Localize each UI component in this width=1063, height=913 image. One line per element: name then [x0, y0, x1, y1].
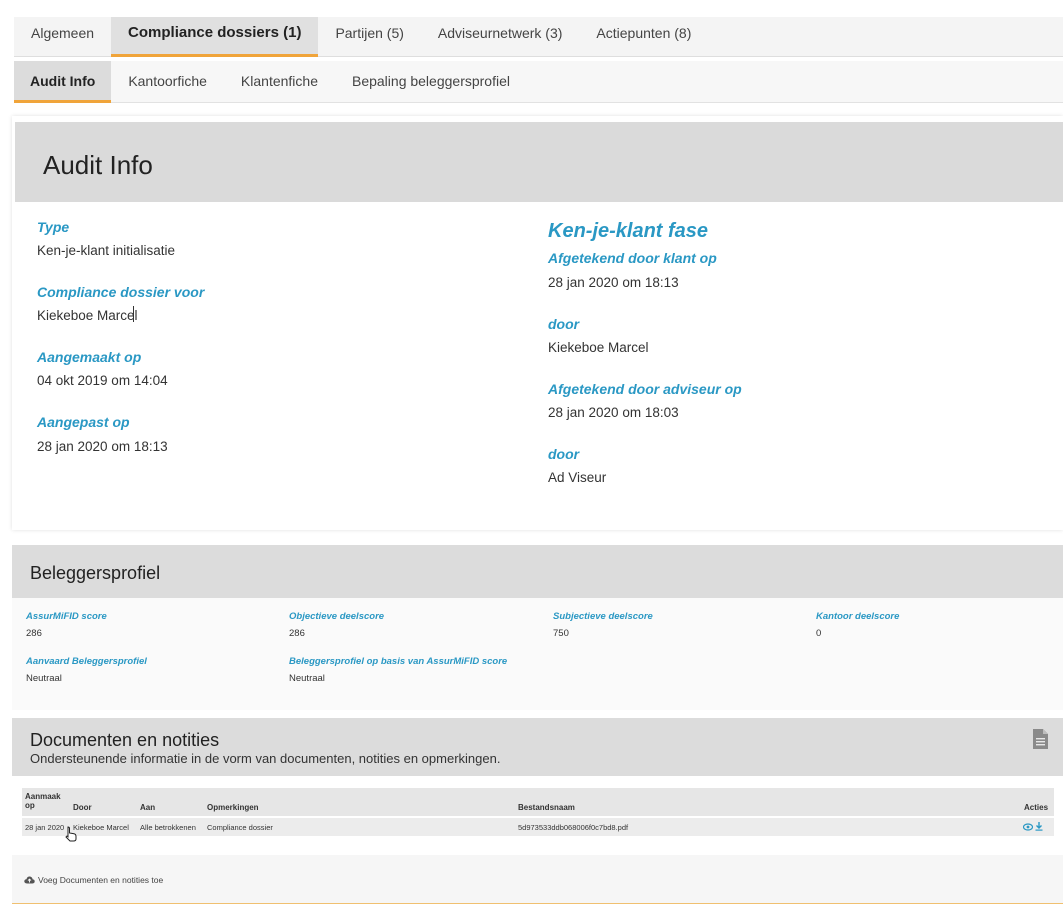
tab-klantenfiche[interactable]: Klantenfiche: [224, 61, 335, 103]
hand-pointer-icon: [65, 826, 77, 842]
based-profile-value: Neutraal: [289, 673, 325, 684]
tab-compliance-dossiers[interactable]: Compliance dossiers (1): [111, 17, 319, 57]
audit-info-title: Audit Info: [43, 150, 153, 180]
subjective-score-label: Subjectieve deelscore: [553, 611, 653, 622]
objective-score-value: 286: [289, 628, 305, 639]
row-remarks: Compliance dossier: [207, 823, 273, 832]
tab-partijen[interactable]: Partijen (5): [318, 17, 420, 57]
documents-title: Documenten en notities: [30, 730, 220, 750]
audit-info-card: Audit Info Type Ken-je-klant initialisat…: [12, 116, 1063, 530]
documents-table-header: Aanmaak op Door Aan Opmerkingen Bestands…: [22, 788, 1054, 816]
main-tabs: Algemeen Compliance dossiers (1) Partije…: [14, 17, 1063, 57]
table-row[interactable]: 28 jan 2020 Kiekeboe Marcel Alle betrokk…: [22, 818, 1054, 836]
col-filename: Bestandsnaam: [518, 803, 575, 812]
signed-client-value: 28 jan 2020 om 18:13: [548, 275, 679, 290]
download-icon[interactable]: [1035, 822, 1043, 831]
documents-header: Documenten en notities Ondersteunende in…: [12, 718, 1063, 776]
type-label: Type: [37, 219, 70, 235]
beleggersprofiel-header: Beleggersprofiel: [12, 545, 1063, 598]
office-score-value: 0: [816, 628, 822, 639]
row-filename[interactable]: 5d973533ddb068006f0c7bd8.pdf: [518, 823, 628, 832]
row-to: Alle betrokkenen: [140, 823, 196, 832]
created-value: 04 okt 2019 om 14:04: [37, 373, 168, 388]
tab-adviseurnetwerk[interactable]: Adviseurnetwerk (3): [421, 17, 580, 57]
signed-client-by-value: Kiekeboe Marcel: [548, 340, 649, 355]
documents-table: Aanmaak op Door Aan Opmerkingen Bestands…: [22, 788, 1054, 842]
signed-client-label: Afgetekend door klant op: [548, 250, 717, 266]
cloud-upload-icon: [24, 876, 35, 884]
accepted-profile-label: Aanvaard Beleggersprofiel: [26, 656, 147, 667]
modified-value: 28 jan 2020 om 18:13: [37, 439, 168, 454]
tab-actiepunten[interactable]: Actiepunten (8): [579, 17, 708, 57]
col-by: Door: [73, 803, 92, 812]
documents-section: Documenten en notities Ondersteunende in…: [12, 718, 1063, 913]
type-value: Ken-je-klant initialisatie: [37, 243, 176, 258]
subjective-score-value: 750: [553, 628, 569, 639]
objective-score-label: Objectieve deelscore: [289, 611, 385, 622]
col-actions: Acties: [1024, 803, 1049, 812]
assurmifid-score-value: 286: [26, 628, 42, 639]
signed-advisor-by-label: door: [548, 446, 580, 462]
created-label: Aangemaakt op: [37, 349, 142, 365]
add-documents-label: Voeg Documenten en notities toe: [38, 875, 164, 885]
add-documents-button[interactable]: Voeg Documenten en notities toe: [24, 875, 163, 885]
documents-subtitle: Ondersteunende informatie in de vorm van…: [30, 751, 501, 766]
col-created-line2: op: [25, 801, 35, 810]
tab-algemeen[interactable]: Algemeen: [14, 17, 111, 57]
text-cursor-icon: [133, 306, 134, 322]
based-profile-label: Beleggersprofiel op basis van AssurMiFID…: [289, 656, 508, 667]
row-by: Kiekeboe Marcel: [73, 823, 129, 832]
accepted-profile-value: Neutraal: [26, 673, 62, 684]
modified-label: Aangepast op: [37, 414, 130, 430]
beleggersprofiel-title: Beleggersprofiel: [30, 563, 161, 583]
signed-client-by-label: door: [548, 316, 580, 332]
dossier-for-label: Compliance dossier voor: [37, 284, 205, 300]
tab-bepaling-beleggersprofiel[interactable]: Bepaling beleggersprofiel: [335, 61, 527, 103]
audit-info-header: Audit Info: [15, 122, 1063, 202]
tab-audit-info[interactable]: Audit Info: [14, 61, 112, 103]
signed-advisor-value: 28 jan 2020 om 18:03: [548, 405, 679, 420]
view-icon[interactable]: [1023, 823, 1033, 831]
phase-title: Ken-je-klant fase: [548, 220, 709, 242]
dossier-for-value: Kiekeboe Marcel: [37, 308, 138, 323]
row-created: 28 jan 2020: [25, 823, 65, 832]
col-created-line1: Aanmaak: [25, 792, 61, 801]
col-remarks: Opmerkingen: [207, 803, 259, 812]
assurmifid-score-label: AssurMiFID score: [26, 611, 107, 622]
signed-advisor-by-value: Ad Viseur: [548, 470, 607, 485]
col-to: Aan: [140, 803, 156, 812]
add-documents-bar: Voeg Documenten en notities toe: [12, 855, 1063, 904]
sub-tabs: Audit Info Kantoorfiche Klantenfiche Bep…: [14, 61, 1063, 103]
office-score-label: Kantoor deelscore: [816, 611, 900, 622]
document-icon[interactable]: [1032, 728, 1049, 750]
signed-advisor-label: Afgetekend door adviseur op: [548, 381, 742, 397]
tab-kantoorfiche[interactable]: Kantoorfiche: [111, 61, 224, 103]
beleggersprofiel-section: Beleggersprofiel AssurMiFID score 286 Ob…: [12, 545, 1063, 710]
